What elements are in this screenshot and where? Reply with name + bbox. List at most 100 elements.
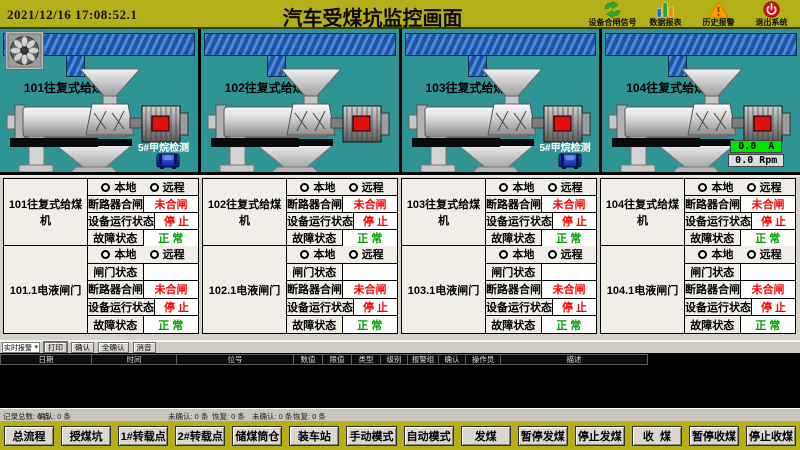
alarm-toolbar-button[interactable]: 打印 [44,342,67,353]
radio-label: 本地 [512,179,534,195]
alarm-column-header[interactable]: 位号 [176,354,294,365]
status-name: 设备运行状态 [685,299,752,316]
alarm-column-header[interactable]: 时间 [91,354,177,365]
radio-circle-icon [548,183,557,192]
nav-page-button[interactable]: 授煤坑 [61,426,111,446]
bar-chart-button[interactable]: 数据报表 [639,0,692,27]
status-value: 停 止 [155,213,198,229]
status-name: 设备运行状态 [287,213,354,229]
nav-page-button[interactable]: 储煤筒仓 [232,426,282,446]
power-button[interactable]: 退出系统 [745,0,798,27]
device-panel: 102往复式给煤机本地远程断路器合闸未合闸设备运行状态停 止故障状态正 常 [202,178,398,246]
radio-remote[interactable]: 远程 [548,179,583,195]
alarm-column-header[interactable]: 报警组 [407,354,439,365]
alarm-column-header[interactable]: 限值 [322,354,352,365]
alarm-column-header[interactable]: 确认 [438,354,466,365]
radio-remote[interactable]: 远程 [747,246,782,262]
machine-column: 101往复式给煤机5#甲烷检测 [0,29,198,172]
nav-page-button[interactable]: 自动模式 [404,426,454,446]
status-name: 设备运行状态 [486,299,553,316]
ceiling-beam [204,33,396,56]
status-row: 设备运行状态停 止 [486,298,596,316]
nav-page-button[interactable]: 2#转载点 [175,426,225,446]
speed-readout: 0.0 Rpm [728,154,784,167]
nav-page-button[interactable]: 总流程 [4,426,54,446]
radio-local[interactable]: 本地 [300,179,335,195]
radio-remote[interactable]: 远程 [150,179,185,195]
machine-column: 103往复式给煤机5#甲烷检测 [399,29,600,172]
radio-remote[interactable]: 远程 [548,246,583,262]
status-value: 未合闸 [542,196,596,212]
radio-remote[interactable]: 远程 [747,179,782,195]
status-name: 断路器合闸 [287,196,343,212]
radio-label: 本地 [313,179,335,195]
status-name: 设备运行状态 [486,213,553,229]
radio-label: 远程 [362,179,384,195]
nav-page-button[interactable]: 停止发煤 [575,426,625,446]
radio-remote[interactable]: 远程 [150,246,185,262]
radio-local[interactable]: 本地 [499,246,534,262]
status-value: 未合闸 [144,196,198,212]
methane-sensor-icon [558,151,582,170]
alarm-column-header[interactable]: 操作员 [465,354,501,365]
alarm-column-header[interactable]: 级别 [380,354,408,365]
alarm-toolbar-button[interactable]: 确认 [71,342,94,353]
status-name: 断路器合闸 [486,281,542,298]
status-name: 闸门状态 [287,264,343,281]
status-row: 断路器合闸未合闸 [88,280,198,298]
methane-sensor-icon [156,151,180,170]
alarm-toolbar: 实时报警▾ 打印确认全确认消音 [0,340,800,353]
radio-label: 本地 [114,179,136,195]
status-value: 停 止 [553,213,596,229]
radio-local[interactable]: 本地 [101,179,136,195]
status-name: 故障状态 [287,316,343,333]
nav-page-button[interactable]: 收 煤 [632,426,682,446]
nav-button-label: 数据报表 [650,18,682,27]
header-nav: 设备合闸信号数据报表 历史报警退出系统 [586,0,798,27]
radio-local[interactable]: 本地 [698,246,733,262]
device-label: 103.1电液闸门 [402,246,486,333]
nav-page-button[interactable]: 停止收煤 [746,426,796,446]
radio-label: 本地 [711,179,733,195]
alarm-toolbar-button[interactable]: 全确认 [98,342,129,353]
machine-column: 102往复式给煤机 [198,29,399,172]
nav-page-button[interactable]: 暂停发煤 [518,426,568,446]
alarm-column-header[interactable]: 类型 [351,354,381,365]
alarm-list-area[interactable] [0,366,800,408]
status-value: 未合闸 [741,196,795,212]
status-value [144,264,199,281]
radio-remote[interactable]: 远程 [349,246,384,262]
alarm-warning-button[interactable]: 历史报警 [692,0,745,27]
status-value: 停 止 [155,299,198,316]
page-title: 汽车受煤坑监控画面 [160,2,585,31]
radio-label: 本地 [114,246,136,262]
footer-nav: 总流程授煤坑 1#转载点 2#转载点储煤筒仓装车站手动模式自动模式发煤暂停发煤停止发… [0,421,800,450]
sync-arrows-button[interactable]: 设备合闸信号 [586,0,639,27]
control-column: 102往复式给煤机本地远程断路器合闸未合闸设备运行状态停 止故障状态正 常102… [202,178,398,336]
alarm-filter-select[interactable]: 实时报警▾ [2,342,40,353]
nav-page-button[interactable]: 发煤 [461,426,511,446]
ceiling-beam [605,33,797,56]
status-row: 设备运行状态停 止 [685,298,795,316]
coal-feeder-graphic [207,65,393,172]
status-name: 故障状态 [486,230,542,246]
alarm-column-header[interactable]: 日期 [0,354,92,365]
radio-local[interactable]: 本地 [101,246,136,262]
radio-local[interactable]: 本地 [698,179,733,195]
nav-page-button[interactable]: 1#转载点 [118,426,168,446]
alarm-column-header[interactable]: 描述 [500,354,648,365]
radio-local[interactable]: 本地 [499,179,534,195]
nav-page-button[interactable]: 暂停收煤 [689,426,739,446]
radio-local[interactable]: 本地 [300,246,335,262]
status-name: 设备运行状态 [88,213,155,229]
status-row: 设备运行状态停 止 [88,298,198,316]
alarm-column-header[interactable]: 数值 [293,354,323,365]
radio-label: 远程 [760,179,782,195]
nav-page-button[interactable]: 装车站 [289,426,339,446]
alarm-toolbar-button[interactable]: 消音 [133,342,156,353]
status-value [542,264,597,281]
status-row: 故障状态正 常 [287,229,397,246]
nav-page-button[interactable]: 手动模式 [346,426,396,446]
radio-remote[interactable]: 远程 [349,179,384,195]
radio-circle-icon [499,250,508,259]
